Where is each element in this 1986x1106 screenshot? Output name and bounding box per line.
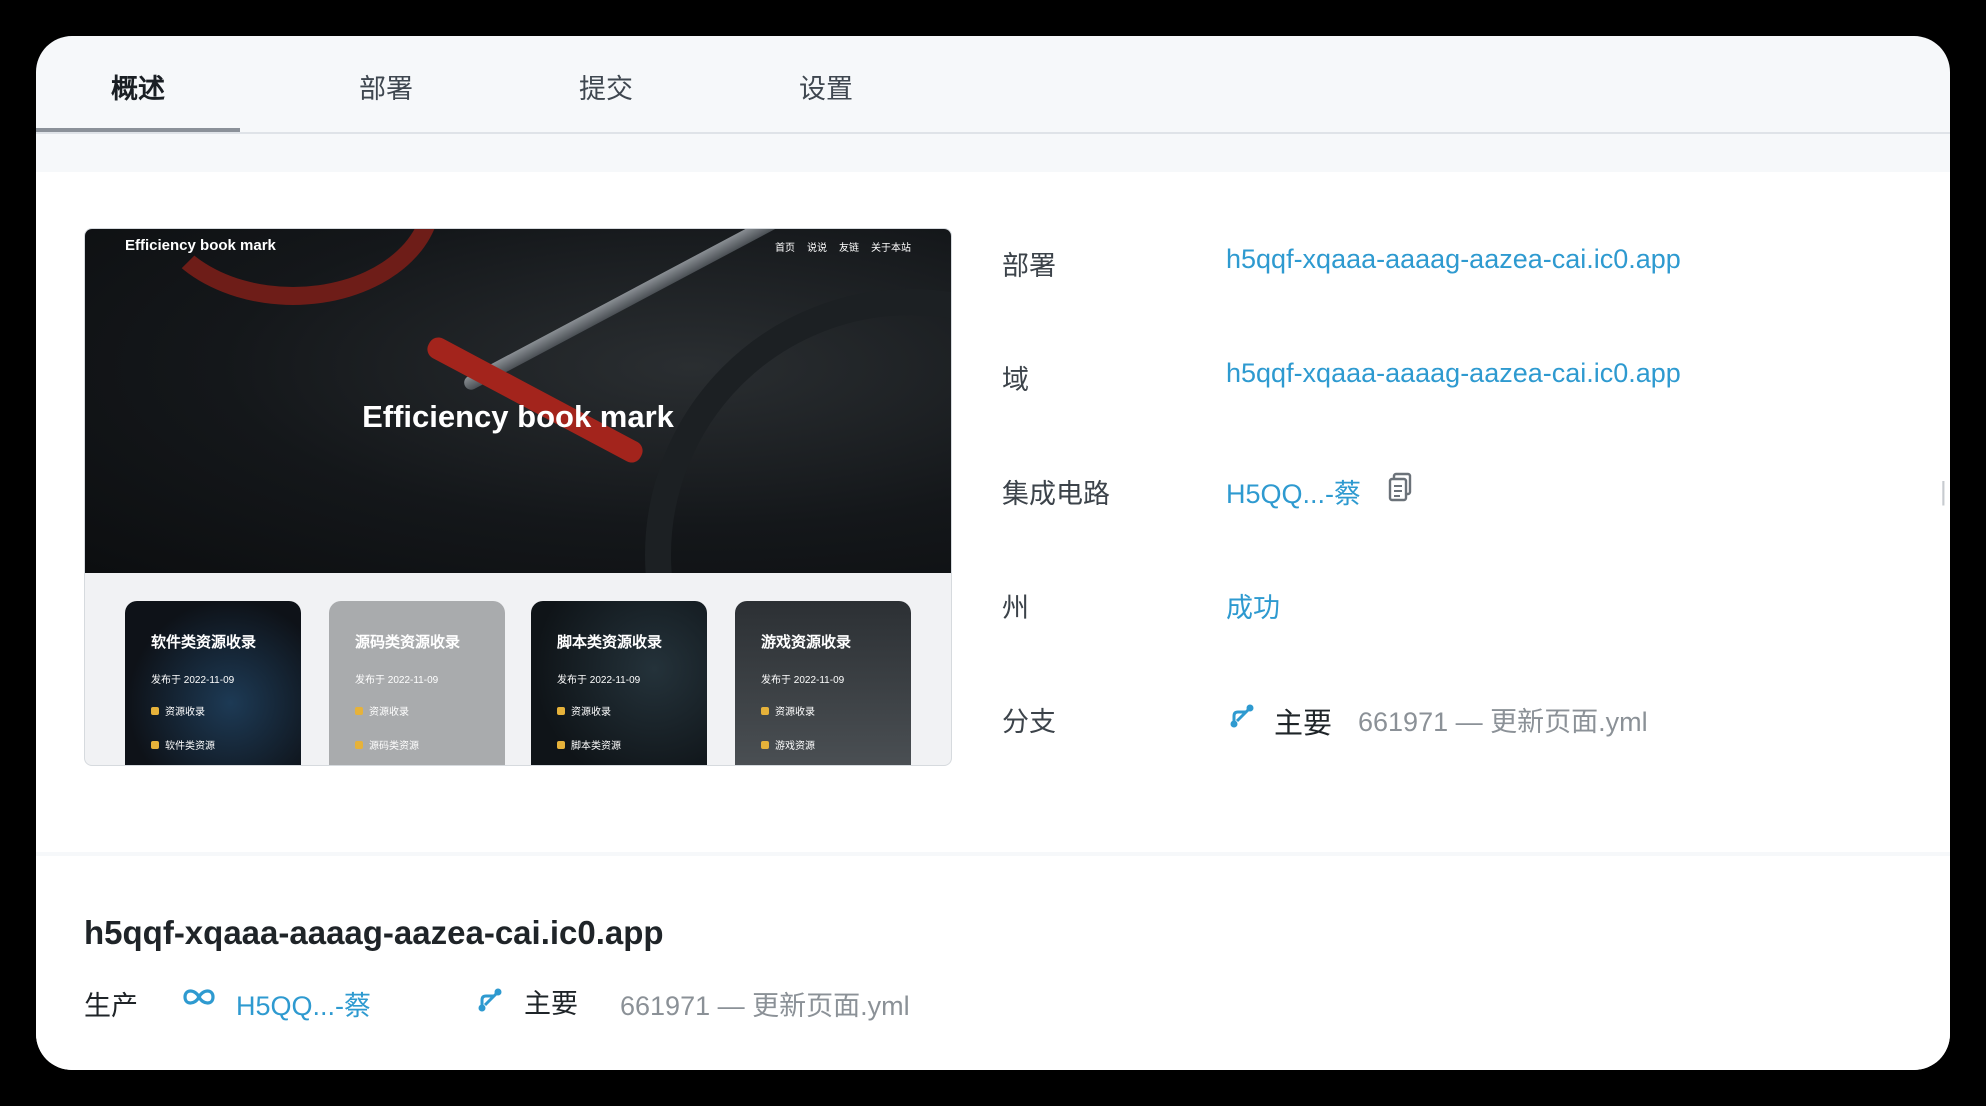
truncated-glyph: | <box>1940 476 1947 506</box>
card-date: 发布于 2022-11-09 <box>761 675 845 686</box>
preview-brand: Efficiency book mark <box>125 237 276 254</box>
domain-link[interactable]: h5qqf-xqaaa-aaaag-aazea-cai.ic0.app <box>1226 358 1681 389</box>
card-title: 游戏资源收录 <box>761 634 852 651</box>
commit-message: 661971 — 更新页面.yml <box>620 991 910 1021</box>
preview-card: 脚本类资源收录 发布于 2022-11-09 资源收录 脚本类资源 <box>531 601 707 765</box>
card-tag: 源码类资源 <box>355 737 419 752</box>
commit-message: 661971 — 更新页面.yml <box>1358 707 1648 737</box>
branch-name: 主要 <box>1274 708 1333 740</box>
infinity-icon <box>183 989 215 1005</box>
card-title: 软件类资源收录 <box>151 634 257 651</box>
preview-nav-item: 友链 <box>839 243 859 254</box>
card-title: 脚本类资源收录 <box>557 634 663 651</box>
card-date: 发布于 2022-11-09 <box>557 675 641 686</box>
card-tag: 软件类资源 <box>151 737 215 752</box>
tab-overview[interactable]: 概述 <box>36 36 248 132</box>
ic-label: 集成电路 <box>1002 479 1110 509</box>
card-date: 发布于 2022-11-09 <box>151 675 235 686</box>
site-preview[interactable]: Efficiency book mark 首页 说说 友链 关于本站 Effic… <box>84 228 952 766</box>
domain-label: 域 <box>1002 365 1029 395</box>
copy-icon[interactable] <box>1388 472 1414 502</box>
card-tag: 资源收录 <box>557 703 611 718</box>
card-tag: 游戏资源 <box>761 737 815 752</box>
card-tag: 资源收录 <box>151 703 205 718</box>
tab-bar: 概述 部署 提交 设置 <box>36 36 1950 134</box>
deploy-label: 部署 <box>1002 251 1056 281</box>
preview-hero-title: Efficiency book mark <box>362 399 674 434</box>
ic-link[interactable]: H5QQ...-蔡 <box>1226 472 1361 511</box>
branch-name: 主要 <box>524 989 578 1019</box>
deployment-summary <box>36 856 1950 1070</box>
branch-label: 分支 <box>1002 707 1056 737</box>
preview-nav-item: 首页 <box>775 243 795 254</box>
tab-deployments[interactable]: 部署 <box>276 36 496 132</box>
tab-commits[interactable]: 提交 <box>496 36 716 132</box>
preview-card: 游戏资源收录 发布于 2022-11-09 资源收录 游戏资源 <box>735 601 911 765</box>
preview-hero: Efficiency book mark 首页 说说 友链 关于本站 Effic… <box>85 229 951 573</box>
canister-link[interactable]: H5QQ...-蔡 <box>236 984 371 1023</box>
tab-settings[interactable]: 设置 <box>716 36 936 132</box>
deploy-link[interactable]: h5qqf-xqaaa-aaaag-aazea-cai.ic0.app <box>1226 244 1681 275</box>
preview-card: 源码类资源收录 发布于 2022-11-09 资源收录 源码类资源 <box>329 601 505 765</box>
card-title: 源码类资源收录 <box>355 634 461 651</box>
preview-nav: 首页 说说 友链 关于本站 <box>775 239 911 254</box>
branch-icon <box>478 988 502 1012</box>
branch-icon <box>1230 704 1254 728</box>
environment-label: 生产 <box>84 991 138 1021</box>
card-tag: 脚本类资源 <box>557 737 621 752</box>
app-window: 概述 部署 提交 设置 Efficiency book mark 首页 说说 友… <box>36 36 1950 1070</box>
active-tab-indicator <box>36 128 240 132</box>
card-date: 发布于 2022-11-09 <box>355 675 439 686</box>
card-tag: 资源收录 <box>761 703 815 718</box>
card-tag: 资源收录 <box>355 703 409 718</box>
preview-nav-item: 说说 <box>807 243 827 254</box>
preview-nav-item: 关于本站 <box>871 243 911 254</box>
state-value: 成功 <box>1226 593 1280 623</box>
state-label: 州 <box>1002 593 1029 623</box>
deployment-title[interactable]: h5qqf-xqaaa-aaaag-aazea-cai.ic0.app <box>84 914 664 952</box>
preview-card: 软件类资源收录 发布于 2022-11-09 资源收录 软件类资源 <box>125 601 301 765</box>
